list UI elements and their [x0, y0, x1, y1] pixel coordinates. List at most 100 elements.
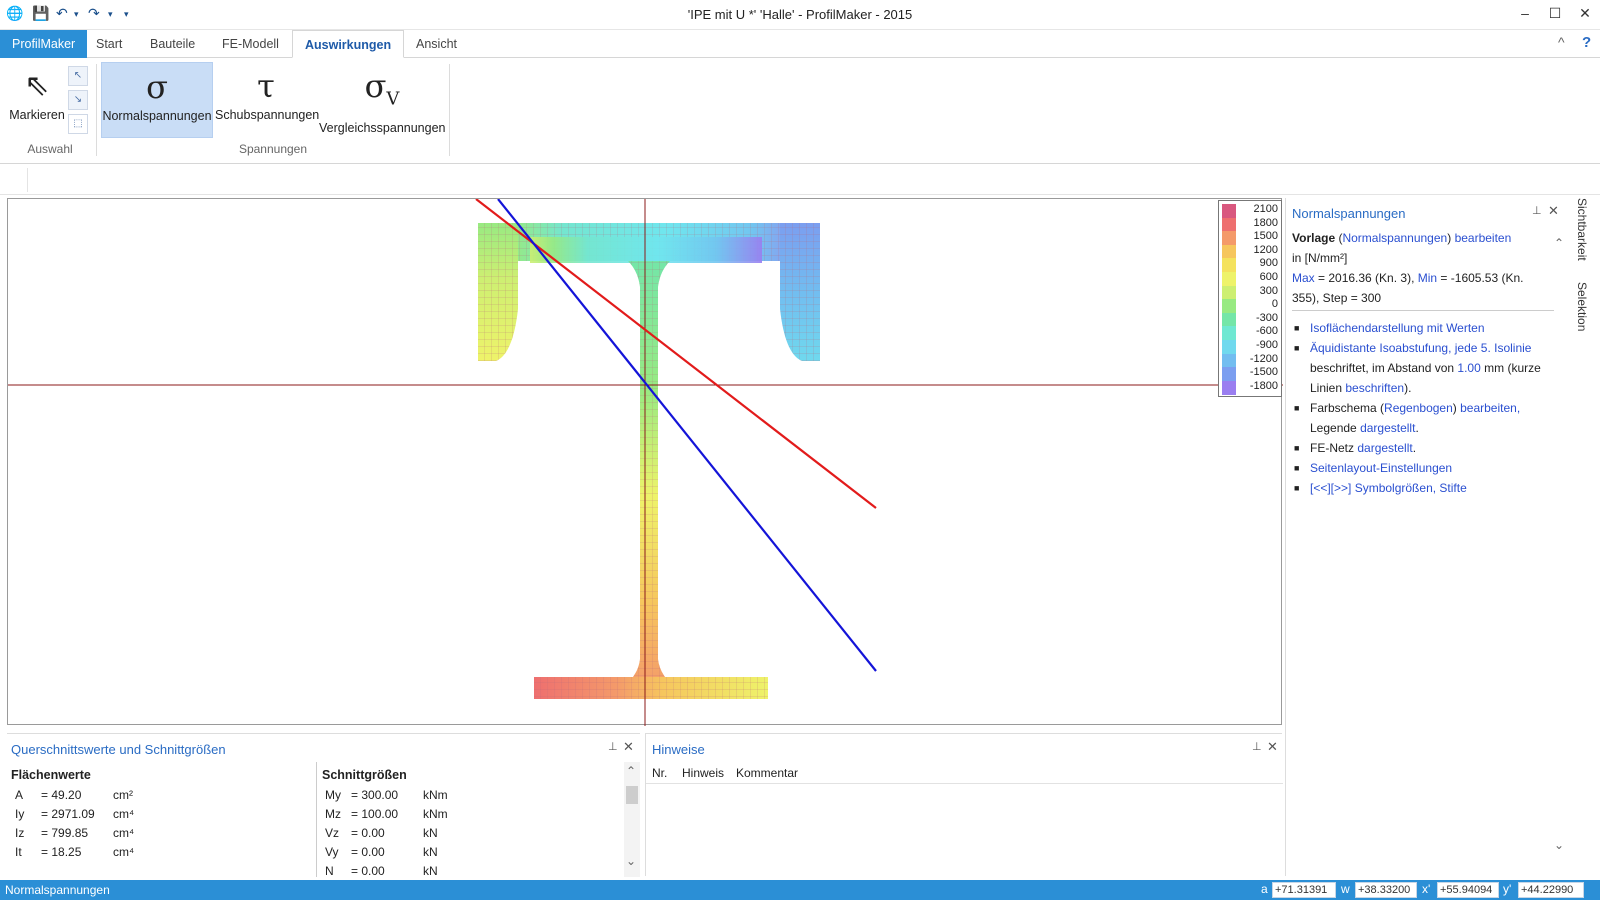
column-divider	[316, 762, 317, 877]
fe-netz-text: FE-Netz	[1310, 441, 1358, 455]
vorlage-link[interactable]: Normalspannungen	[1342, 231, 1447, 245]
value-unit: kNm	[423, 788, 448, 802]
legend-value: 0	[1271, 298, 1278, 311]
value-number: = 0.00	[351, 826, 385, 840]
select-rect-icon[interactable]: ⬚	[68, 114, 88, 134]
value-unit: cm⁴	[113, 807, 135, 821]
legend-swatch	[1222, 326, 1236, 341]
scroll-down-icon[interactable]: ⌄	[626, 854, 636, 868]
spannungen-group-label: Spannungen	[238, 142, 308, 156]
value-number: = 49.20	[41, 788, 82, 802]
legend-value: 1500	[1253, 230, 1278, 243]
list-item: Iz = 799.85 cm⁴	[15, 824, 305, 843]
isoflaechen-link[interactable]: Isoflächendarstellung mit Werten	[1310, 321, 1485, 335]
window-title: 'IPE mit U *' 'Halle' - ProfilMaker - 20…	[687, 7, 913, 22]
vorlage-bearbeiten-link[interactable]: bearbeiten	[1455, 231, 1512, 245]
close-button[interactable]: ✕	[1570, 5, 1600, 25]
ipe-top-flange	[530, 237, 762, 263]
col-nr[interactable]: Nr.	[652, 766, 667, 780]
panel-divider	[1292, 310, 1554, 311]
list-item: A = 49.20 cm²	[15, 786, 305, 805]
max-link[interactable]: Max	[1292, 271, 1315, 285]
value-unit: kNm	[423, 807, 448, 821]
maximize-button[interactable]: ☐	[1540, 5, 1570, 25]
scroll-thumb[interactable]	[626, 786, 638, 804]
legend-swatch	[1222, 272, 1236, 286]
col-hinweis[interactable]: Hinweis	[682, 766, 724, 780]
flaechenwerte-title: Flächenwerte	[11, 768, 91, 782]
beschriften-link[interactable]: beschriften	[1345, 381, 1404, 395]
farbschema-bearbeiten-link[interactable]: bearbeiten,	[1460, 401, 1520, 415]
pin-icon[interactable]: ⊥	[1252, 740, 1262, 753]
collapse-ribbon-icon[interactable]: ^	[1558, 34, 1565, 50]
scroll-up-icon[interactable]: ⌃	[1554, 236, 1564, 250]
tab-bauteile[interactable]: Bauteile	[138, 30, 207, 58]
legende-dargestellt-link[interactable]: dargestellt	[1360, 421, 1415, 435]
normalspannungen-button[interactable]: σ Normalspannungen	[101, 62, 213, 138]
sigma-v-icon: σV	[319, 64, 445, 121]
help-icon[interactable]: ?	[1582, 34, 1591, 51]
list-item: It = 18.25 cm⁴	[15, 843, 305, 862]
y-value: +44.22990	[1518, 882, 1584, 898]
close-panel-icon[interactable]: ✕	[623, 739, 634, 755]
min-link[interactable]: Min	[1418, 271, 1437, 285]
legend-swatch	[1222, 367, 1236, 382]
value-number: = 300.00	[351, 788, 399, 802]
abstand-value-link[interactable]: 1.00	[1457, 361, 1480, 375]
seitenlayout-link[interactable]: Seitenlayout-Einstellungen	[1310, 461, 1452, 475]
fe-netz-dargestellt-link[interactable]: dargestellt	[1357, 441, 1412, 455]
legend-value: -1200	[1249, 352, 1278, 365]
min-max-text: Max = 2016.36 (Kn. 3), Min = -1605.53 (K…	[1292, 268, 1554, 308]
legend-swatch	[1222, 231, 1236, 246]
y-label: y'	[1503, 882, 1512, 896]
regenbogen-link[interactable]: Regenbogen	[1384, 401, 1453, 415]
markieren-button[interactable]: ⇖ Markieren	[6, 62, 68, 138]
tab-ansicht[interactable]: Ansicht	[404, 30, 469, 58]
legend-swatch	[1222, 258, 1236, 273]
vorlage-label: Vorlage	[1292, 231, 1336, 245]
vergleichsspannungen-button[interactable]: σV Vergleichsspannungen	[319, 62, 446, 138]
symbolgroessen-link[interactable]: [<<][>>] Symbolgrößen, Stifte	[1310, 481, 1467, 495]
panel-title: Normalspannungen	[1292, 206, 1406, 221]
tab-auswirkungen[interactable]: Auswirkungen	[292, 30, 405, 58]
scroll-up-icon[interactable]: ⌃	[626, 764, 636, 778]
markieren-label: Markieren	[9, 108, 65, 122]
schubspannungen-label: Schubspannungen	[215, 108, 320, 122]
farbschema-text: Farbschema (	[1310, 401, 1385, 415]
list-item: Vz = 0.00 kN	[325, 824, 605, 843]
list-item: Äquidistante Isoabstufung, jede 5. Isoli…	[1292, 338, 1554, 398]
tab-start[interactable]: Start	[84, 30, 134, 58]
list-item: Mz = 100.00 kNm	[325, 805, 605, 824]
scroll-down-icon[interactable]: ⌄	[1554, 838, 1564, 852]
col-kommentar[interactable]: Kommentar	[736, 766, 798, 780]
isoabstufung-text: beschriftet, im Abstand von	[1310, 361, 1458, 375]
close-panel-icon[interactable]: ✕	[1548, 203, 1559, 219]
select-move-icon[interactable]: ↘	[68, 90, 88, 110]
properties-panel: Normalspannungen ⊥ ✕ Vorlage (Normalspan…	[1285, 198, 1572, 876]
close-panel-icon[interactable]: ✕	[1267, 739, 1278, 755]
legend-swatch	[1222, 217, 1236, 232]
max-value: = 2016.36 (Kn. 3),	[1314, 271, 1418, 285]
scrollbar[interactable]: ⌃ ⌄	[624, 762, 640, 877]
tab-profilmaker[interactable]: ProfilMaker	[0, 30, 88, 58]
a-label: a	[1261, 882, 1268, 896]
legend-swatch	[1222, 340, 1236, 354]
isoabstufung-link[interactable]: Äquidistante Isoabstufung, jede 5. Isoli…	[1310, 341, 1531, 355]
paren-close: ).	[1404, 381, 1412, 395]
select-info-icon[interactable]: ↖	[68, 66, 88, 86]
hinweise-title: Hinweise	[652, 742, 705, 757]
pin-icon[interactable]: ⊥	[1532, 204, 1542, 217]
tab-fe-modell[interactable]: FE-Modell	[210, 30, 291, 58]
drawing-canvas[interactable]	[7, 198, 1283, 726]
table-header: Nr. Hinweis Kommentar	[646, 762, 1283, 784]
schubspannungen-button[interactable]: τ Schubspannungen	[215, 62, 320, 138]
sigma-v-symbol: σ	[364, 67, 387, 105]
pin-icon[interactable]: ⊥	[608, 740, 618, 753]
tab-sichtbarkeit[interactable]: Sichtbarkeit	[1575, 198, 1589, 261]
minimize-button[interactable]: –	[1510, 5, 1540, 25]
x-value: +55.94094	[1437, 882, 1499, 898]
value-number: = 2971.09	[41, 807, 95, 821]
tab-selektion[interactable]: Selektion	[1575, 282, 1589, 331]
value-name: Mz	[325, 807, 341, 821]
list-item: Iy = 2971.09 cm⁴	[15, 805, 305, 824]
